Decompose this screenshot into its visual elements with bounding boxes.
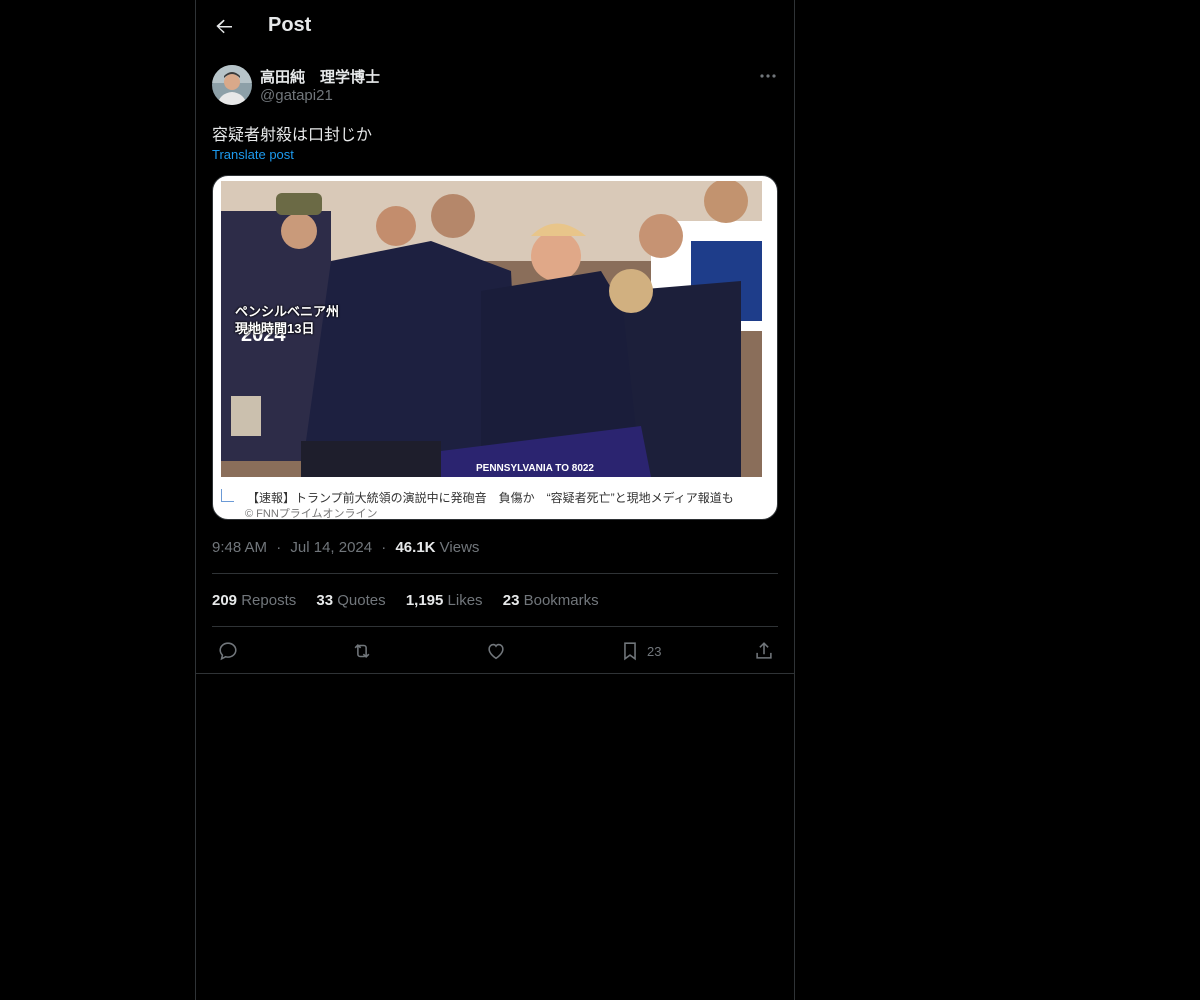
- stat-reposts[interactable]: 209 Reposts: [212, 592, 296, 609]
- post-column: Post 高田純 理学博士 @gatapi21 容疑者射殺は口封じか Trans…: [195, 0, 795, 1000]
- heart-icon: [488, 643, 504, 660]
- like-button[interactable]: [485, 640, 507, 662]
- author-handle[interactable]: @gatapi21: [260, 87, 333, 104]
- media-caption: 【速報】トランプ前大統領の演説中に発砲音 負傷か “容疑者死亡”と現地メディア報…: [247, 491, 734, 505]
- reply-button[interactable]: [217, 640, 239, 662]
- post-media[interactable]: PENNSYLVANIA TO 8022 2024 ペンシルベニア州 現地時間1…: [212, 175, 778, 520]
- meta-separator: ·: [276, 539, 282, 556]
- divider: [212, 626, 778, 627]
- post-time[interactable]: 9:48 AM: [212, 539, 267, 556]
- post-meta: 9:48 AM · Jul 14, 2024 · 46.1K Views: [212, 539, 479, 556]
- back-arrow-icon[interactable]: [212, 14, 236, 38]
- media-credit: © FNNプライムオンライン: [245, 508, 378, 520]
- divider: [212, 573, 778, 574]
- share-icon: [756, 642, 772, 659]
- reply-icon: [219, 642, 237, 661]
- header: Post: [196, 0, 794, 53]
- stat-bookmarks[interactable]: 23 Bookmarks: [503, 592, 599, 609]
- repost-icon: [354, 643, 370, 659]
- stat-quotes[interactable]: 33 Quotes: [316, 592, 385, 609]
- views-label: Views: [439, 539, 480, 556]
- engagement-stats: 209 Reposts 33 Quotes 1,195 Likes 23 Boo…: [212, 592, 615, 609]
- views-count: 46.1K: [395, 539, 436, 556]
- repost-button[interactable]: [351, 640, 373, 662]
- author-name[interactable]: 高田純 理学博士: [260, 66, 380, 87]
- bookmark-count: 23: [647, 643, 662, 659]
- post-text: 容疑者射殺は口封じか: [212, 127, 373, 144]
- post-date[interactable]: Jul 14, 2024: [290, 539, 372, 556]
- bookmark-button[interactable]: 23: [619, 640, 661, 662]
- more-options-icon[interactable]: [758, 66, 778, 86]
- stat-likes[interactable]: 1,195 Likes: [406, 592, 483, 609]
- bookmark-icon: [624, 642, 636, 661]
- media-overlay-time: 現地時間13日: [235, 321, 315, 336]
- share-button[interactable]: [753, 640, 775, 662]
- translate-post-link[interactable]: Translate post: [212, 147, 294, 162]
- page-title: Post: [268, 14, 312, 36]
- divider: [196, 673, 794, 674]
- svg-text:PENNSYLVANIA TO 8022: PENNSYLVANIA TO 8022: [476, 463, 594, 474]
- caption-mark-icon: [221, 489, 234, 502]
- avatar[interactable]: [212, 65, 252, 105]
- meta-separator: ·: [381, 539, 387, 556]
